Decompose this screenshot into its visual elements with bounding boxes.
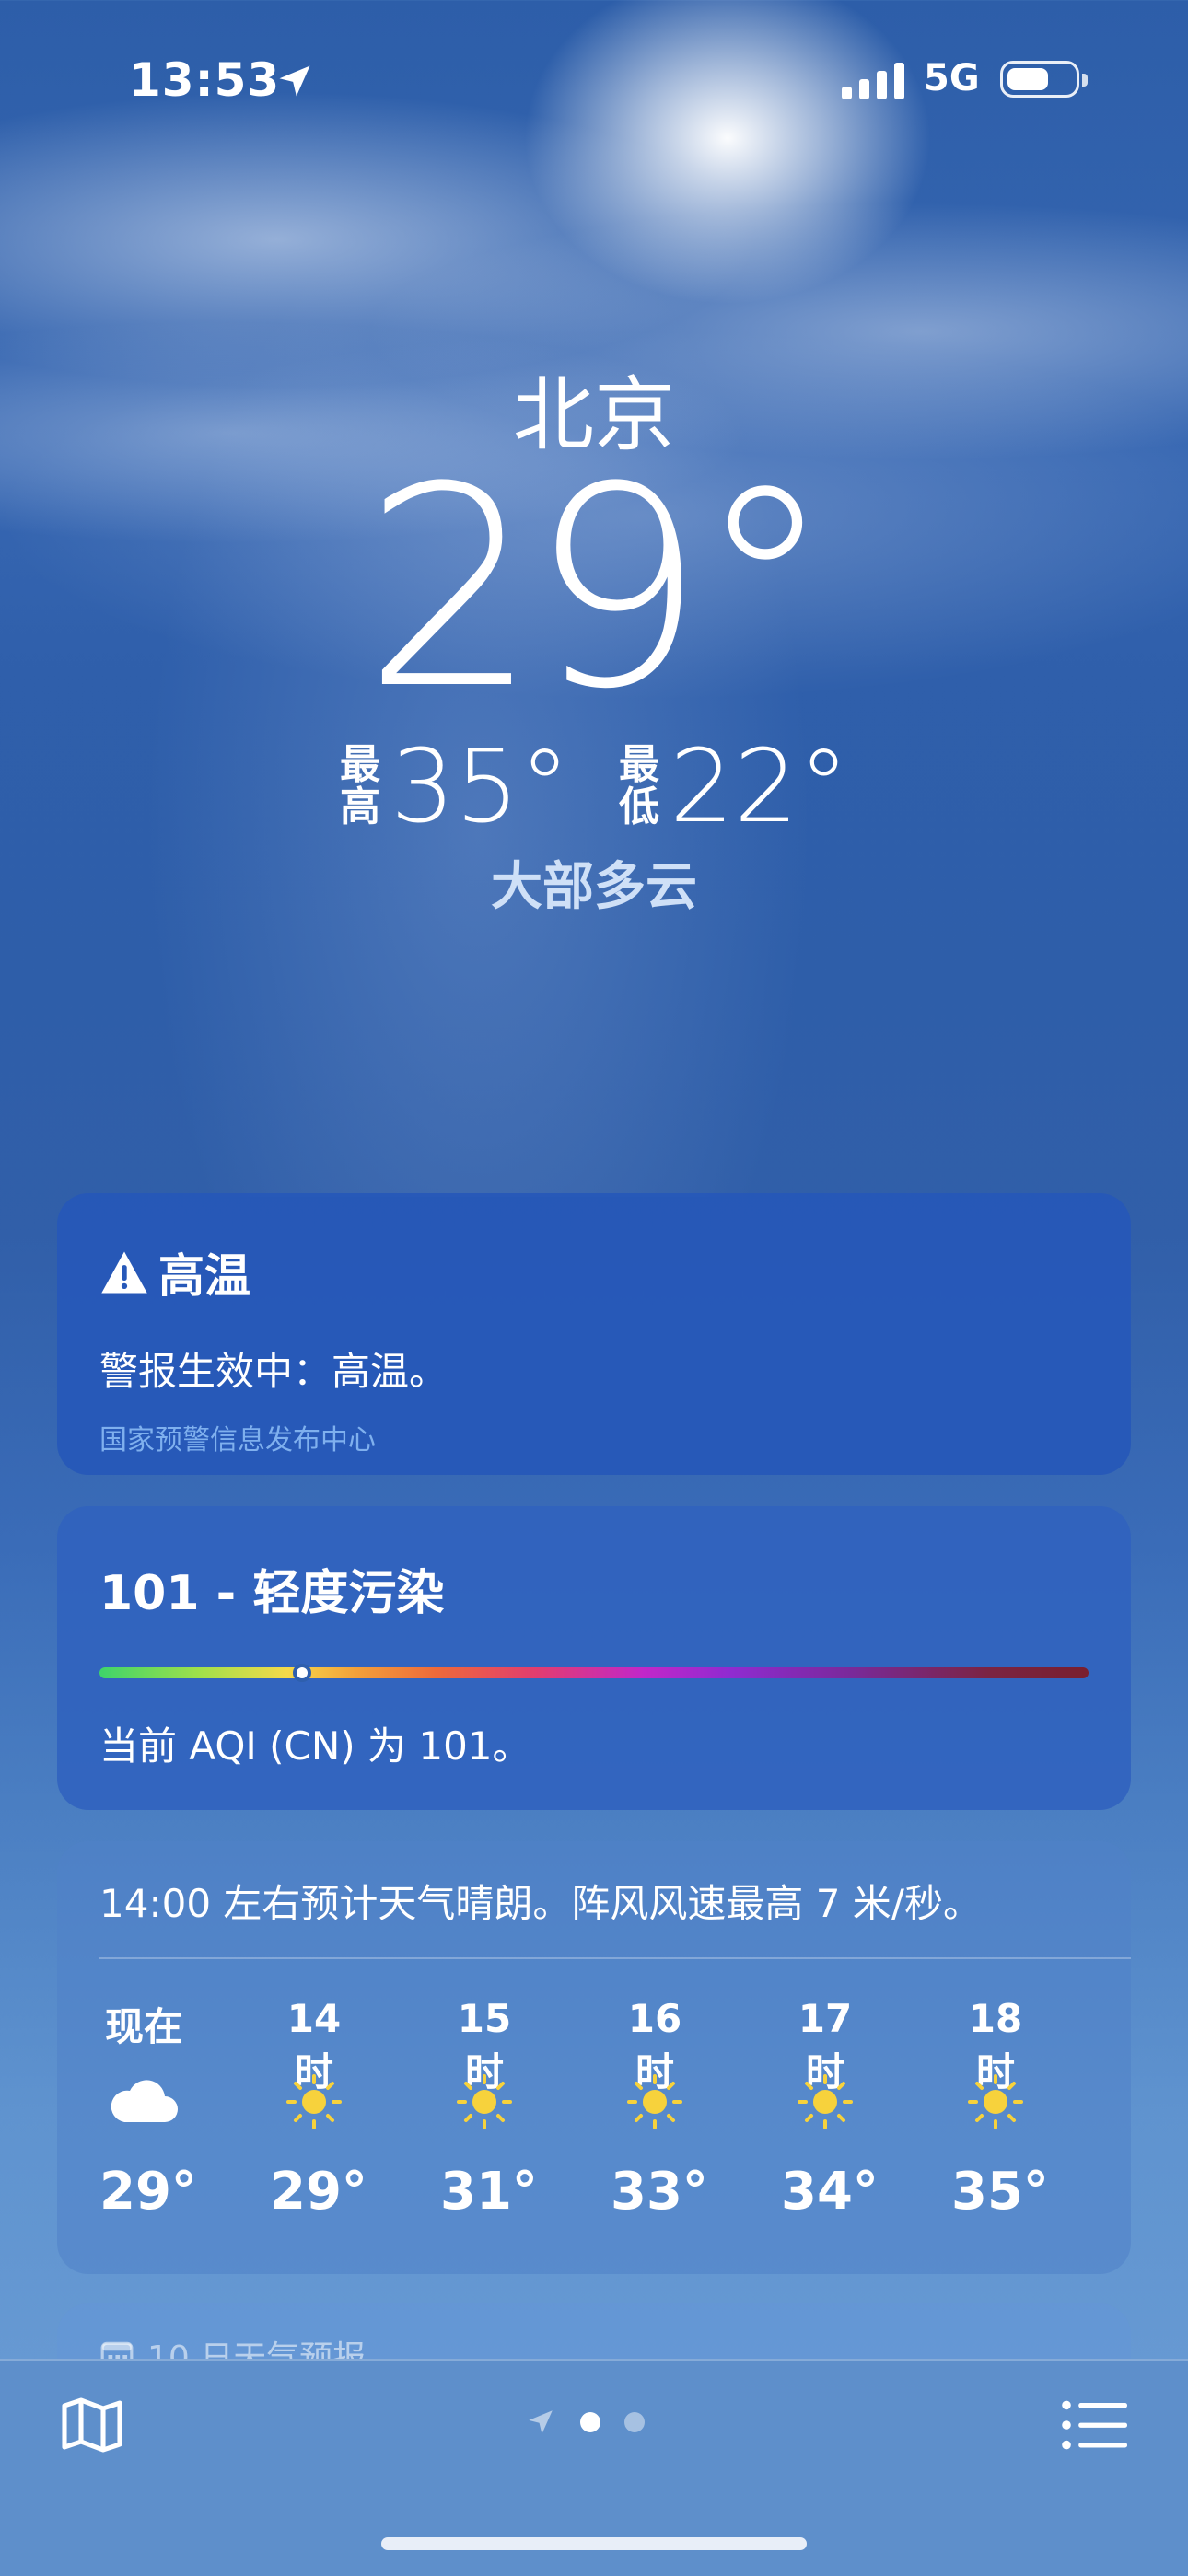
sun-icon (457, 2074, 512, 2129)
aqi-text: 当前 AQI (CN) 为 101。 (99, 1723, 531, 1769)
hour-label: 现在 (104, 2004, 182, 2049)
low-label: 最低 (619, 741, 659, 830)
cellular-signal-icon (842, 63, 904, 99)
hour-temp: 29° (99, 2162, 197, 2222)
aqi-title: 101 - 轻度污染 (99, 1566, 445, 1621)
page-dot (624, 2412, 645, 2432)
hour-temp: 34° (781, 2162, 879, 2222)
hour-item: 16时 33° (611, 1996, 781, 2222)
hourly-summary: 14:00 左右预计天气晴朗。阵风风速最高 7 米/秒。 (99, 1881, 982, 1926)
hour-temp: 31° (440, 2162, 538, 2222)
hour-temp: 29° (270, 2162, 367, 2222)
hour-item: 现在 29° (99, 1996, 270, 2222)
high-temp: 35° (390, 727, 570, 845)
divider (99, 1957, 1131, 1959)
cloud-icon (111, 2080, 178, 2122)
current-location-icon (529, 2410, 553, 2434)
sun-icon (798, 2074, 853, 2129)
location-arrow-icon (279, 65, 310, 97)
air-quality-card[interactable]: 101 - 轻度污染 当前 AQI (CN) 为 101。 (57, 1506, 1131, 1810)
alert-source-link[interactable]: 国家预警信息发布中心 (99, 1417, 1089, 1457)
sun-icon (286, 2074, 342, 2129)
sun-icon (627, 2074, 682, 2129)
home-indicator[interactable] (381, 2537, 807, 2550)
map-icon[interactable] (59, 2392, 125, 2458)
hour-item: 15时 31° (440, 1996, 611, 2222)
page-indicator[interactable] (525, 2407, 645, 2438)
status-bar: 13:53 5G (0, 48, 1188, 112)
hour-label: 15时 (457, 1996, 512, 2094)
warning-icon (101, 1251, 147, 1294)
hour-label: 16时 (627, 1996, 682, 2094)
network-type: 5G (924, 57, 980, 99)
hourly-list[interactable]: 现在 29° 14时 29° 15时 31° 16时 33° 17时 34° 1… (99, 1996, 1122, 2222)
page-dot-active (580, 2412, 600, 2432)
hourly-forecast-card[interactable]: 14:00 左右预计天气晴朗。阵风风速最高 7 米/秒。 现在 29° 14时 (57, 1841, 1131, 2274)
hour-item: 18时 35° (951, 1996, 1122, 2222)
hour-item: 14时 29° (270, 1996, 440, 2222)
hour-item: 17时 34° (781, 1996, 951, 2222)
low-temp: 22° (670, 727, 849, 845)
high-low-temps: 最高 35° 最低 22° (0, 727, 1188, 845)
high-label: 最高 (340, 741, 381, 830)
hour-label: 18时 (968, 1996, 1023, 2094)
alert-title: 高温 (158, 1249, 250, 1303)
battery-icon (1000, 61, 1088, 98)
list-icon[interactable] (1061, 2397, 1127, 2453)
current-temperature: 29° (363, 428, 834, 749)
hour-label: 17时 (798, 1996, 853, 2094)
aqi-gradient-bar (99, 1664, 1089, 1682)
severe-weather-alert-card[interactable]: 高温 警报生效中：高温。 国家预警信息发布中心 (57, 1193, 1131, 1475)
sun-icon (968, 2074, 1023, 2129)
alert-text: 警报生效中：高温。 (99, 1349, 448, 1394)
alert-header: 高温 (99, 1239, 1089, 1305)
hour-temp: 33° (611, 2162, 708, 2222)
status-time: 13:53 (129, 53, 281, 107)
hour-temp: 35° (951, 2162, 1049, 2222)
weather-condition: 大部多云 (491, 857, 697, 917)
aqi-level-indicator (293, 1664, 312, 1682)
hour-label: 14时 (286, 1996, 342, 2094)
